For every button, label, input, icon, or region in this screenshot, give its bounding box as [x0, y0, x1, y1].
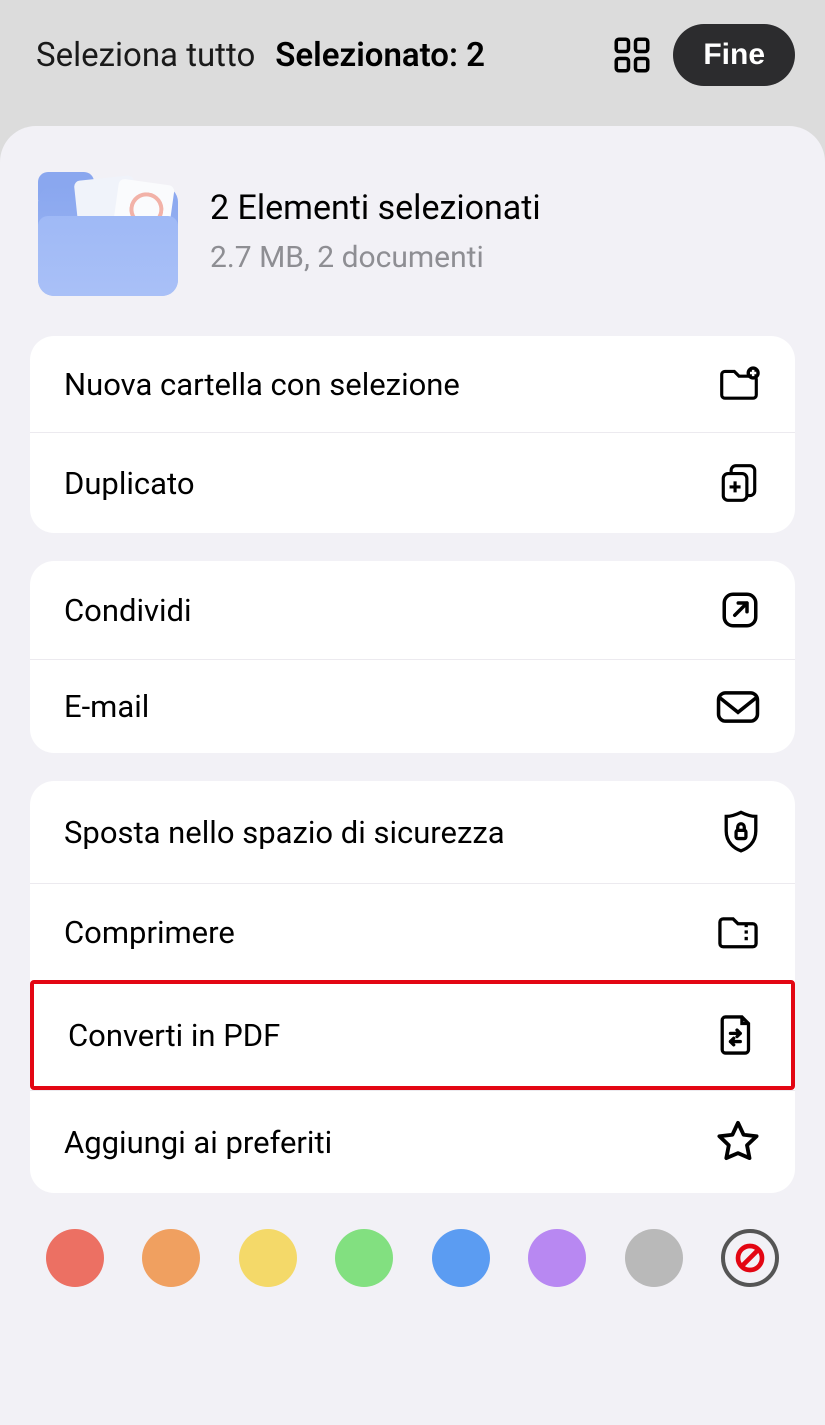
tag-color-yellow[interactable] — [239, 1229, 297, 1287]
done-button[interactable]: Fine — [673, 24, 795, 86]
action-group-3: Sposta nello spazio di sicurezza Comprim… — [30, 781, 795, 1193]
tag-color-purple[interactable] — [528, 1229, 586, 1287]
tag-colors-row — [30, 1221, 795, 1297]
email-label: E-mail — [64, 688, 149, 725]
convert-file-icon — [717, 1012, 757, 1058]
safe-space-row[interactable]: Sposta nello spazio di sicurezza — [30, 781, 795, 883]
selected-count-label: Selezionato: 2 — [275, 36, 591, 75]
duplicate-row[interactable]: Duplicato — [30, 432, 795, 533]
tag-color-gray[interactable] — [625, 1229, 683, 1287]
folder-plus-icon — [717, 364, 761, 404]
sheet-title: 2 Elementi selezionati — [210, 188, 541, 228]
shield-lock-icon — [721, 809, 761, 855]
tag-color-red[interactable] — [46, 1229, 104, 1287]
select-all-button[interactable]: Seleziona tutto — [36, 36, 255, 75]
convert-pdf-row[interactable]: Converti in PDF — [30, 980, 795, 1090]
duplicate-icon — [717, 461, 761, 505]
folder-icon — [38, 166, 178, 296]
compress-label: Comprimere — [64, 914, 235, 951]
tag-color-blue[interactable] — [432, 1229, 490, 1287]
convert-pdf-label: Converti in PDF — [68, 1017, 280, 1054]
new-folder-row[interactable]: Nuova cartella con selezione — [30, 336, 795, 432]
new-folder-label: Nuova cartella con selezione — [64, 366, 460, 403]
safe-space-label: Sposta nello spazio di sicurezza — [64, 814, 505, 851]
compress-row[interactable]: Comprimere — [30, 883, 795, 980]
tag-color-green[interactable] — [335, 1229, 393, 1287]
duplicate-label: Duplicato — [64, 465, 195, 502]
share-label: Condividi — [64, 592, 192, 629]
action-group-2: Condividi E-mail — [30, 561, 795, 753]
share-icon — [719, 589, 761, 631]
sheet-subtitle: 2.7 MB, 2 documenti — [210, 240, 541, 275]
remove-tag-icon[interactable] — [721, 1229, 779, 1287]
grid-view-icon[interactable] — [611, 34, 653, 76]
tag-color-orange[interactable] — [142, 1229, 200, 1287]
action-sheet: 2 Elementi selezionati 2.7 MB, 2 documen… — [0, 126, 825, 1425]
email-row[interactable]: E-mail — [30, 659, 795, 753]
selection-top-bar: Seleziona tutto Selezionato: 2 Fine — [0, 0, 825, 110]
archive-icon — [715, 912, 761, 952]
favorite-label: Aggiungi ai preferiti — [64, 1124, 332, 1161]
action-group-1: Nuova cartella con selezione Duplicato — [30, 336, 795, 533]
star-icon — [715, 1119, 761, 1165]
mail-icon — [715, 689, 761, 725]
sheet-header: 2 Elementi selezionati 2.7 MB, 2 documen… — [30, 166, 795, 296]
favorite-row[interactable]: Aggiungi ai preferiti — [30, 1090, 795, 1193]
share-row[interactable]: Condividi — [30, 561, 795, 659]
